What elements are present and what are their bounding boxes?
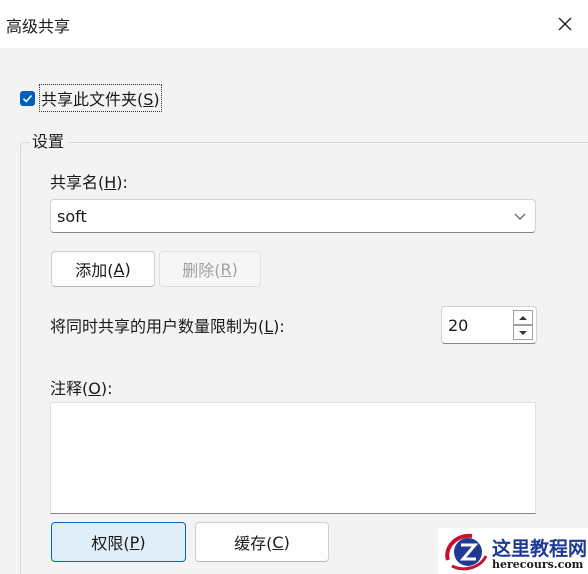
close-button[interactable] (542, 0, 588, 48)
permissions-button[interactable]: 权限(P) (51, 522, 186, 562)
share-name-label: 共享名(H): (50, 173, 128, 192)
title-bar: 高级共享 (0, 0, 588, 48)
caret-up-icon (519, 315, 527, 320)
site-watermark: 这里教程网 herecours.com (438, 528, 588, 574)
remove-button[interactable]: 删除(R) (159, 251, 261, 287)
watermark-url: herecours.com (492, 558, 584, 571)
checkmark-icon (22, 94, 33, 103)
user-limit-spinner[interactable]: 20 (441, 306, 537, 344)
close-icon (558, 17, 572, 31)
spin-down-button[interactable] (513, 325, 533, 340)
caret-down-icon (519, 330, 527, 335)
advanced-sharing-dialog: 高级共享 共享此文件夹(S) 设置 共享名(H): soft 添加(A) 删除(… (0, 0, 588, 574)
caching-button[interactable]: 缓存(C) (195, 522, 329, 562)
add-button[interactable]: 添加(A) (51, 251, 155, 287)
share-folder-checkbox[interactable] (20, 90, 35, 106)
share-folder-label: 共享此文件夹(S) (39, 84, 162, 112)
window-title: 高级共享 (6, 17, 71, 36)
comment-textarea[interactable] (50, 402, 536, 514)
user-limit-label: 将同时共享的用户数量限制为(L): (50, 317, 285, 336)
watermark-text: 这里教程网 (492, 538, 588, 560)
share-folder-checkbox-row[interactable]: 共享此文件夹(S) (20, 84, 162, 112)
spin-up-button[interactable] (513, 310, 533, 325)
watermark-logo-icon (445, 533, 488, 571)
share-name-value: soft (57, 207, 87, 226)
share-name-combobox[interactable]: soft (50, 199, 536, 233)
user-limit-value: 20 (448, 316, 469, 335)
comment-label: 注释(O): (50, 379, 113, 398)
chevron-down-icon[interactable] (513, 210, 527, 222)
settings-group-title: 设置 (30, 128, 69, 152)
